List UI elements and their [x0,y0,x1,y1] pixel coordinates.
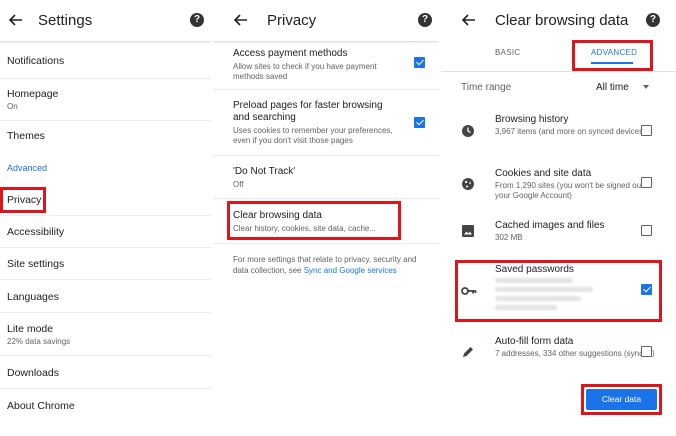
settings-item-label: Notifications [7,55,65,67]
page-title: Privacy [267,12,317,29]
privacy-footer-text: For more settings that relate to privacy… [233,254,428,276]
clear-data-button[interactable]: Clear data [586,389,657,410]
privacy-item-label: Clear browsing data [233,210,322,221]
privacy-item-do-not-track[interactable]: 'Do Not Track' Off [213,156,439,199]
settings-item-label: Accessibility [7,226,65,238]
clear-item-sub: From 1,290 sites (you won't be signed ou… [495,181,653,200]
settings-item-label: Homepage [7,88,59,100]
clear-data-panel: Clear browsing data ? BASIC ADVANCED Tim… [441,0,676,436]
privacy-item-clear-browsing-data[interactable]: Clear browsing data Clear history, cooki… [213,199,439,244]
blurred-account-line [495,278,573,283]
privacy-item-sub: Clear history, cookies, site data, cache… [233,224,377,233]
pencil-icon [463,347,473,357]
clear-item-sub: 3,967 items (and more on synced devices) [495,127,646,136]
privacy-item-sub: Off [233,180,244,189]
clear-item-sub: 7 addresses, 334 other suggestions (sync… [495,349,655,358]
settings-item-label: Privacy [7,194,42,206]
blurred-account-line [495,287,593,292]
settings-item-about-chrome[interactable]: About Chrome [0,389,211,422]
clear-item-cached-images[interactable]: Cached images and files 302 MB [441,216,676,252]
tab-active-indicator [591,62,633,64]
help-icon[interactable]: ? [646,13,660,27]
settings-toolbar: Settings ? [0,0,211,42]
settings-item-site-settings[interactable]: Site settings [0,248,211,280]
privacy-panel: Privacy ? Access payment methods Allow s… [213,0,439,436]
settings-item-label: Themes [7,130,45,142]
privacy-item-preload-pages[interactable]: Preload pages for faster browsing and se… [213,90,439,156]
page-title: Settings [38,12,93,29]
cookies-checkbox[interactable] [641,177,652,188]
help-icon[interactable]: ? [190,13,204,27]
preload-pages-checkbox[interactable] [414,117,425,128]
settings-item-label: Site settings [7,258,65,270]
back-arrow-icon[interactable] [461,12,477,28]
browsing-history-checkbox[interactable] [641,125,652,136]
back-arrow-icon[interactable] [233,12,249,28]
cached-images-checkbox[interactable] [641,225,652,236]
settings-item-themes[interactable]: Themes [0,121,211,153]
time-range-label: Time range [461,82,512,93]
clear-item-label: Auto-fill form data [495,336,574,347]
settings-item-label: Lite mode [7,323,54,335]
settings-item-label: About Chrome [7,400,75,412]
page-title: Clear browsing data [495,12,629,29]
autofill-checkbox[interactable] [641,346,652,357]
key-icon [461,287,477,295]
clock-icon [462,125,474,137]
clear-item-sub: 302 MB [495,233,523,242]
settings-item-lite-mode[interactable]: Lite mode 22% data savings [0,313,211,356]
clear-item-label: Saved passwords [495,264,574,275]
clear-item-cookies[interactable]: Cookies and site data From 1,290 sites (… [441,162,676,212]
privacy-item-sub: Uses cookies to remember your preference… [233,126,393,145]
privacy-item-label: Preload pages for faster browsing and se… [233,100,383,123]
settings-item-sub: 22% data savings [7,337,71,346]
settings-item-accessibility[interactable]: Accessibility [0,216,211,248]
sync-services-link[interactable]: Sync and Google services [304,266,397,275]
saved-passwords-checkbox[interactable] [641,284,652,295]
time-range-select[interactable]: All time [596,82,629,93]
blurred-account-line [495,305,557,310]
back-arrow-icon[interactable] [8,12,24,28]
clear-item-autofill[interactable]: Auto-fill form data 7 addresses, 334 oth… [441,333,676,373]
clear-item-label: Browsing history [495,114,569,125]
tab-basic[interactable]: BASIC [495,48,521,57]
settings-item-notifications[interactable]: Notifications [0,42,211,79]
settings-item-privacy[interactable]: Privacy [0,183,211,216]
image-icon [462,225,474,237]
section-header-advanced: Advanced [7,163,48,173]
settings-item-downloads[interactable]: Downloads [0,356,211,389]
payment-methods-checkbox[interactable] [414,57,425,68]
settings-item-languages[interactable]: Languages [0,280,211,313]
privacy-item-label: 'Do Not Track' [233,166,296,177]
tab-advanced[interactable]: ADVANCED [591,48,637,57]
cookie-icon [462,178,474,190]
privacy-item-payment-methods[interactable]: Access payment methods Allow sites to ch… [213,42,439,90]
settings-item-label: Downloads [7,367,59,379]
clear-item-label: Cached images and files [495,220,605,231]
clear-item-label: Cookies and site data [495,168,592,179]
settings-item-homepage[interactable]: Homepage On [0,79,211,121]
settings-item-label: Languages [7,291,59,303]
blurred-account-line [495,296,581,301]
settings-item-sub: On [7,102,18,111]
privacy-item-sub: Allow sites to check if you have payment… [233,62,377,81]
dropdown-caret-icon[interactable] [643,85,649,89]
clear-item-browsing-history[interactable]: Browsing history 3,967 items (and more o… [441,108,676,156]
privacy-toolbar: Privacy ? [213,0,439,42]
privacy-item-label: Access payment methods [233,48,348,59]
help-icon[interactable]: ? [418,13,432,27]
clear-data-toolbar: Clear browsing data ? [441,0,676,42]
settings-panel: Settings ? Notifications Homepage On The… [0,0,211,436]
clear-item-saved-passwords[interactable]: Saved passwords [441,262,676,320]
tab-bar: BASIC ADVANCED [441,42,676,72]
